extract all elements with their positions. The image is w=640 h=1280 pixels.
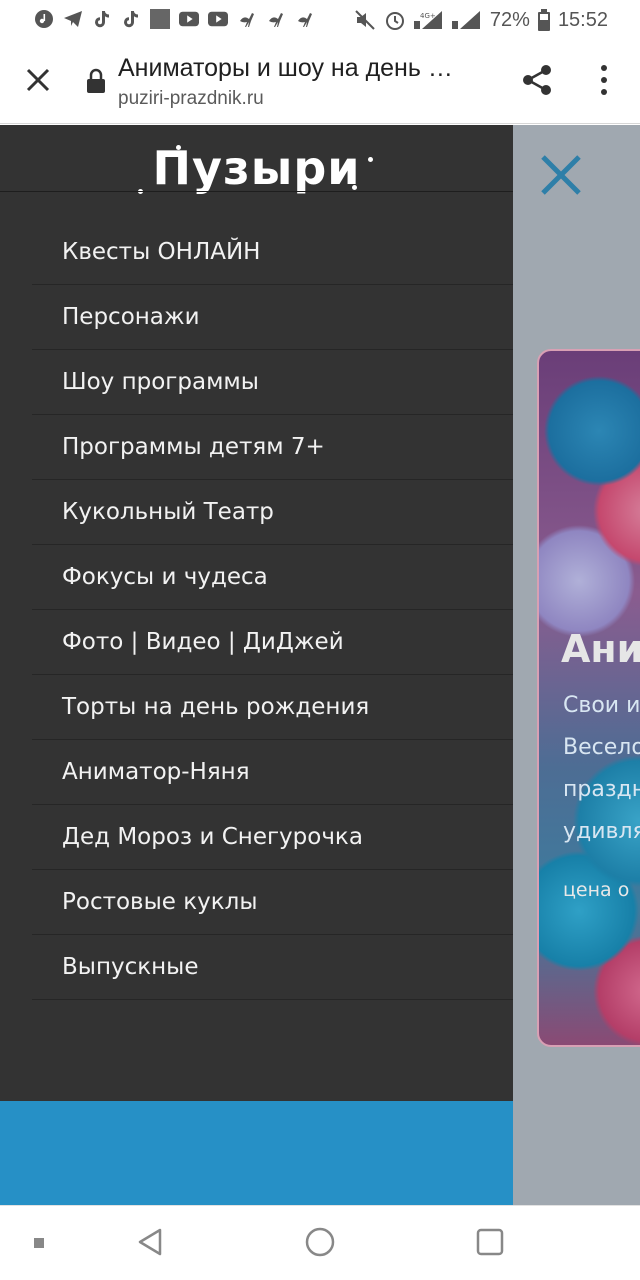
hero-text-line: удивля bbox=[563, 819, 640, 844]
hero-text-line: Весело bbox=[563, 735, 640, 760]
menu-item-ded-moroz[interactable]: Дед Мороз и Снегурочка bbox=[32, 805, 513, 870]
logo-sparkle bbox=[352, 185, 357, 190]
system-status: 4G+ 72% 15:52 bbox=[354, 6, 608, 34]
logo-sparkle bbox=[176, 145, 181, 150]
share-icon[interactable] bbox=[520, 62, 556, 98]
battery-icon bbox=[537, 9, 550, 31]
back-icon[interactable] bbox=[134, 1226, 166, 1258]
youtube-icon bbox=[179, 11, 199, 27]
mute-icon bbox=[355, 10, 375, 30]
hero-banner: Ани Свои и Весело праздн удивля цена о bbox=[537, 349, 640, 1047]
home-icon[interactable] bbox=[304, 1226, 336, 1258]
hero-text-line: праздн bbox=[563, 777, 640, 802]
page-url[interactable]: puziri-prazdnik.ru bbox=[118, 88, 264, 110]
hero-title: Ани bbox=[561, 627, 640, 671]
ostrich-icon bbox=[298, 13, 312, 27]
system-navigation-bar bbox=[0, 1205, 640, 1280]
gallery-icon bbox=[150, 9, 170, 29]
network-label: 4G+ bbox=[420, 12, 436, 20]
menu-item-photo-video-dj[interactable]: Фото | Видео | ДиДжей bbox=[32, 610, 513, 675]
drawer-menu: Квесты ОНЛАЙН Персонажи Шоу программы Пр… bbox=[32, 220, 513, 1000]
menu-item-characters[interactable]: Персонажи bbox=[32, 285, 513, 350]
logo-divider bbox=[0, 191, 513, 192]
lock-icon bbox=[87, 68, 105, 93]
overview-icon[interactable] bbox=[474, 1226, 506, 1258]
page-title: Аниматоры и шоу на день … bbox=[118, 54, 453, 82]
close-tab-icon[interactable] bbox=[20, 62, 56, 98]
drawer-footer bbox=[0, 1101, 513, 1205]
close-menu-icon[interactable] bbox=[539, 153, 583, 197]
recents-dot-icon[interactable] bbox=[34, 1238, 46, 1250]
alarm-icon bbox=[385, 12, 404, 30]
hero-text-line: Свои и bbox=[563, 693, 640, 718]
clock: 15:52 bbox=[557, 8, 608, 31]
navigation-drawer: Пузыри Квесты ОНЛАЙН Персонажи Шоу прогр… bbox=[0, 125, 513, 1101]
menu-item-programs-7plus[interactable]: Программы детям 7+ bbox=[32, 415, 513, 480]
battery-percent: 72% bbox=[489, 8, 530, 31]
tiktok-icon bbox=[124, 11, 138, 28]
status-bar: 4G+ 72% 15:52 bbox=[0, 0, 640, 40]
ostrich-icon bbox=[240, 13, 254, 27]
youtube-icon bbox=[208, 11, 228, 27]
menu-item-puppet-theater[interactable]: Кукольный Театр bbox=[32, 480, 513, 545]
notification-icons bbox=[34, 8, 315, 30]
browser-toolbar: Аниматоры и шоу на день … puziri-prazdni… bbox=[0, 40, 640, 124]
tiktok-icon bbox=[95, 11, 109, 28]
menu-item-birthday-cakes[interactable]: Торты на день рождения bbox=[32, 675, 513, 740]
telegram-icon bbox=[64, 11, 82, 27]
menu-item-costume-puppets[interactable]: Ростовые куклы bbox=[32, 870, 513, 935]
more-options-icon[interactable] bbox=[590, 62, 618, 98]
signal-2-icon bbox=[451, 11, 480, 29]
hero-price: цена о bbox=[563, 879, 630, 901]
menu-item-show-programs[interactable]: Шоу программы bbox=[32, 350, 513, 415]
page-content-overlay[interactable]: Ани Свои и Весело праздн удивля цена о bbox=[513, 125, 640, 1205]
site-logo[interactable]: Пузыри bbox=[0, 141, 513, 195]
menu-item-graduation[interactable]: Выпускные bbox=[32, 935, 513, 1000]
menu-item-quests-online[interactable]: Квесты ОНЛАЙН bbox=[32, 220, 513, 285]
music-app-icon bbox=[35, 10, 53, 28]
signal-1-icon: 4G+ bbox=[413, 11, 442, 29]
logo-sparkle bbox=[368, 157, 373, 162]
menu-item-animator-nanny[interactable]: Аниматор-Няня bbox=[32, 740, 513, 805]
menu-item-tricks-miracles[interactable]: Фокусы и чудеса bbox=[32, 545, 513, 610]
ostrich-icon bbox=[269, 13, 283, 27]
